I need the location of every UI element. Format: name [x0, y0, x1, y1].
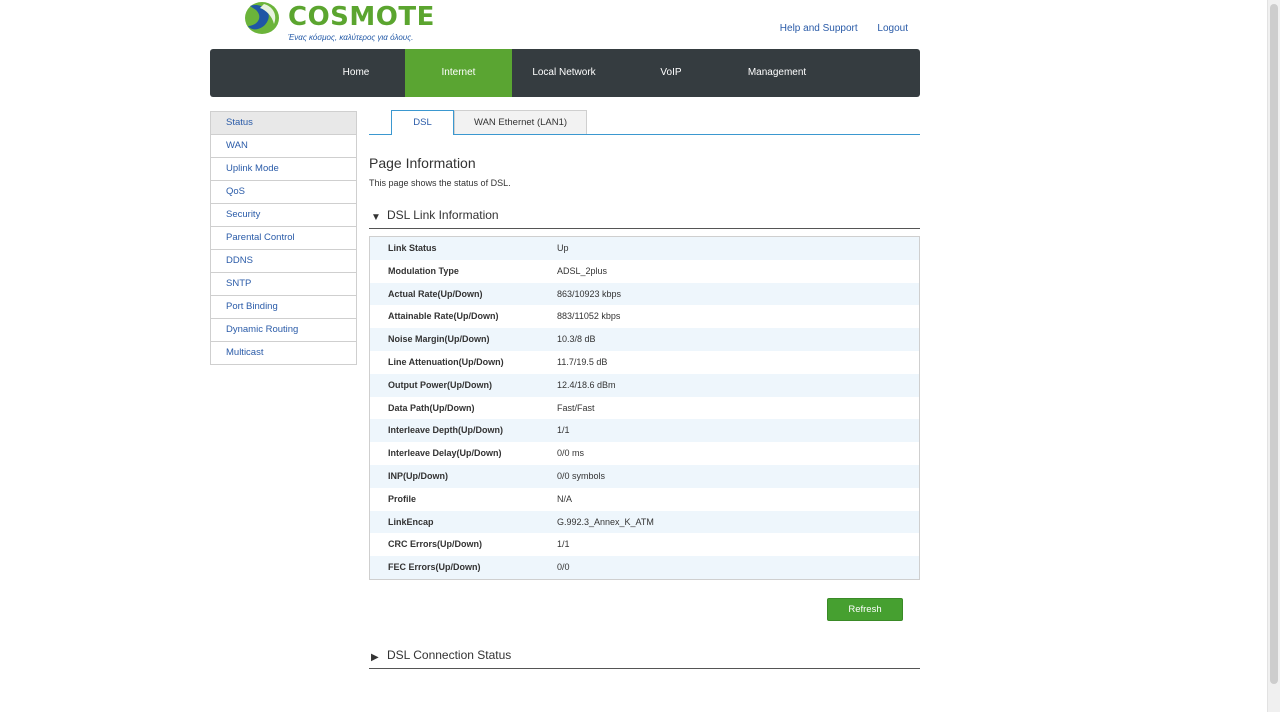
sidebar-item-multicast[interactable]: Multicast	[211, 342, 356, 365]
table-row: Noise Margin(Up/Down) 10.3/8 dB	[370, 328, 919, 351]
cosmote-logo: COSMOTE Ένας κόσμος, καλύτερος για όλους…	[242, 0, 434, 46]
row-label: Attainable Rate(Up/Down)	[388, 311, 499, 322]
table-row: Modulation Type ADSL_2plus	[370, 260, 919, 283]
row-value: 1/1	[557, 539, 570, 550]
row-value: Up	[557, 243, 569, 253]
main-nav: Home Internet Local Network VoIP Managem…	[210, 49, 920, 97]
scrollbar-thumb[interactable]	[1270, 4, 1278, 684]
triangle-down-icon: ▼	[371, 212, 381, 223]
sidebar-item-security[interactable]: Security	[211, 204, 356, 227]
table-row: LinkEncap G.992.3_Annex_K_ATM	[370, 510, 919, 534]
row-label: CRC Errors(Up/Down)	[388, 539, 482, 550]
table-row: Profile N/A	[370, 488, 919, 511]
sidebar-item-status[interactable]: Status	[211, 112, 356, 135]
sidebar-item-port-binding[interactable]: Port Binding	[211, 296, 356, 319]
table-row: Data Path(Up/Down) Fast/Fast	[370, 397, 919, 420]
table-row: INP(Up/Down) 0/0 symbols	[370, 464, 919, 488]
row-label: Modulation Type	[388, 265, 459, 276]
row-label: Interleave Delay(Up/Down)	[388, 448, 502, 459]
logout-link[interactable]: Logout	[877, 23, 908, 34]
table-row: CRC Errors(Up/Down) 1/1	[370, 533, 919, 556]
table-row: Attainable Rate(Up/Down) 883/11052 kbps	[370, 305, 919, 328]
row-label: INP(Up/Down)	[388, 470, 448, 481]
row-label: Actual Rate(Up/Down)	[388, 288, 483, 299]
cosmote-logo-mark-icon	[245, 2, 279, 34]
row-value: 863/10923 kbps	[557, 288, 622, 299]
sidebar-item-qos[interactable]: QoS	[211, 181, 356, 204]
row-label: Output Power(Up/Down)	[388, 379, 492, 390]
sidebar-item-uplink-mode[interactable]: Uplink Mode	[211, 158, 356, 181]
table-row: Interleave Depth(Up/Down) 1/1	[370, 419, 919, 443]
sidebar-item-wan[interactable]: WAN	[211, 135, 356, 158]
row-value: 0/0 ms	[557, 448, 585, 459]
help-support-link[interactable]: Help and Support	[780, 23, 858, 34]
dsl-connection-status-header[interactable]: ▶ DSL Connection Status	[369, 648, 920, 669]
sidebar-item-sntp[interactable]: SNTP	[211, 273, 356, 296]
status-tabs: DSL WAN Ethernet (LAN1)	[369, 110, 920, 135]
row-label: Data Path(Up/Down)	[388, 402, 475, 413]
row-value: 12.4/18.6 dBm	[557, 379, 616, 390]
triangle-right-icon: ▶	[371, 652, 379, 663]
row-value: ADSL_2plus	[557, 265, 608, 276]
table-row: Output Power(Up/Down) 12.4/18.6 dBm	[370, 373, 919, 397]
page-scrollbar[interactable]	[1267, 0, 1280, 712]
nav-home[interactable]: Home	[316, 49, 396, 97]
dsl-link-info-header[interactable]: ▼ DSL Link Information	[369, 208, 920, 229]
tab-wan-ethernet[interactable]: WAN Ethernet (LAN1)	[454, 110, 587, 134]
dsl-link-info-table: Link Status Up Modulation Type ADSL_2plus …	[369, 236, 920, 580]
row-value: 0/0	[557, 562, 570, 573]
nav-local-network[interactable]: Local Network	[521, 49, 607, 97]
nav-management[interactable]: Management	[732, 49, 822, 97]
sidebar-menu: Status WAN Uplink Mode QoS Security Pare…	[210, 111, 357, 365]
brand-name: COSMOTE	[288, 2, 435, 32]
section-title: DSL Connection Status	[387, 648, 512, 662]
row-value: N/A	[557, 493, 573, 504]
table-row: Link Status Up	[370, 237, 919, 260]
nav-voip[interactable]: VoIP	[640, 49, 702, 97]
row-label: Link Status	[388, 243, 437, 253]
page-description: This page shows the status of DSL.	[369, 178, 511, 188]
sidebar-item-dynamic-routing[interactable]: Dynamic Routing	[211, 319, 356, 342]
sidebar-item-ddns[interactable]: DDNS	[211, 250, 356, 273]
row-label: LinkEncap	[388, 516, 434, 527]
row-label: Noise Margin(Up/Down)	[388, 334, 490, 345]
row-value: 1/1	[557, 425, 570, 436]
table-row: Interleave Delay(Up/Down) 0/0 ms	[370, 442, 919, 465]
tab-dsl[interactable]: DSL	[391, 110, 454, 135]
table-row: Actual Rate(Up/Down) 863/10923 kbps	[370, 282, 919, 306]
sidebar-item-parental-control[interactable]: Parental Control	[211, 227, 356, 250]
nav-internet[interactable]: Internet	[405, 49, 512, 97]
page-title: Page Information	[369, 155, 476, 171]
row-label: FEC Errors(Up/Down)	[388, 562, 481, 573]
row-value: 883/11052 kbps	[557, 311, 621, 322]
header-links: Help and Support Logout	[763, 23, 908, 34]
table-row: FEC Errors(Up/Down) 0/0	[370, 556, 919, 579]
row-label: Profile	[388, 493, 417, 504]
brand-tagline: Ένας κόσμος, καλύτερος για όλους.	[288, 33, 414, 42]
row-label: Line Attenuation(Up/Down)	[388, 356, 504, 367]
row-value: Fast/Fast	[557, 402, 595, 413]
table-row: Line Attenuation(Up/Down) 11.7/19.5 dB	[370, 351, 919, 374]
row-value: 11.7/19.5 dB	[557, 356, 608, 367]
row-value: 10.3/8 dB	[557, 334, 596, 345]
section-title: DSL Link Information	[387, 208, 499, 222]
refresh-button[interactable]: Refresh	[827, 598, 903, 621]
row-value: G.992.3_Annex_K_ATM	[557, 516, 654, 527]
row-label: Interleave Depth(Up/Down)	[388, 425, 504, 436]
row-value: 0/0 symbols	[557, 470, 606, 481]
